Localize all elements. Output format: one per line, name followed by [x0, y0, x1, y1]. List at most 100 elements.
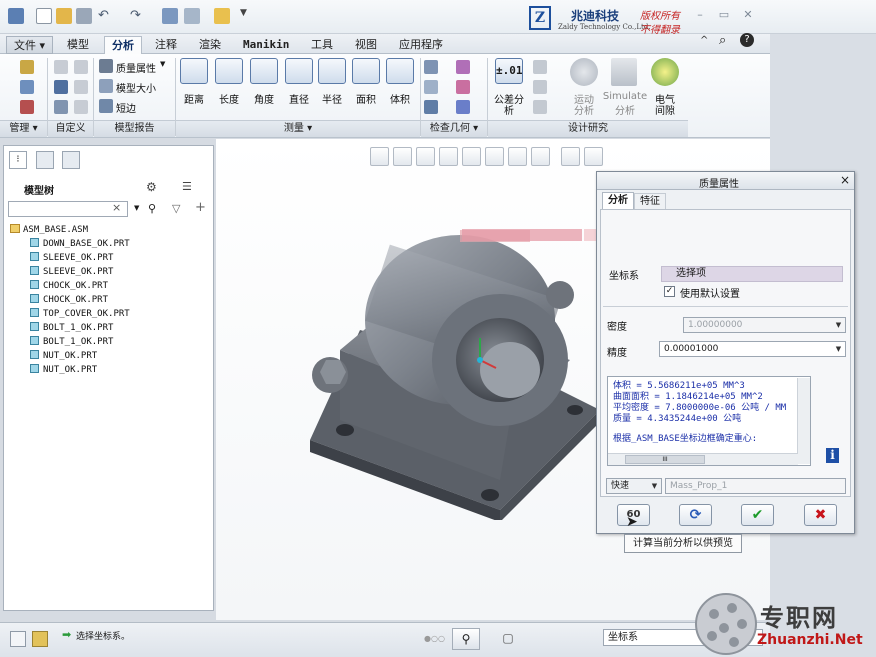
- find-icon[interactable]: ⚲: [452, 628, 480, 650]
- tree-show-icon[interactable]: ☰: [182, 180, 192, 193]
- tab-tools[interactable]: 工具: [304, 36, 340, 54]
- length-button[interactable]: 长度: [212, 91, 246, 106]
- motion-analysis-icon[interactable]: [570, 58, 598, 86]
- perspective-icon[interactable]: [531, 147, 550, 166]
- tree-item[interactable]: SLEEVE_OK.PRT: [30, 252, 113, 265]
- mode-select[interactable]: 快速 ▼: [606, 478, 662, 494]
- short-edge-button[interactable]: 短边: [116, 100, 136, 115]
- display-style-icon[interactable]: [462, 147, 481, 166]
- tab-model[interactable]: 模型: [60, 36, 96, 54]
- manage-icon-1[interactable]: [20, 60, 34, 74]
- hscroll-thumb[interactable]: III: [625, 455, 705, 464]
- annotation-display-icon[interactable]: [584, 147, 603, 166]
- tree-item[interactable]: CHOCK_OK.PRT: [30, 294, 108, 307]
- zoom-out-icon[interactable]: [416, 147, 435, 166]
- repeat-button[interactable]: ⟳: [679, 504, 712, 526]
- binoculars-icon[interactable]: ⚲: [148, 202, 156, 215]
- manage-icon-3[interactable]: [20, 100, 34, 114]
- custom-icon-2[interactable]: [74, 60, 88, 74]
- inspect-icon-5[interactable]: [424, 100, 438, 114]
- mass-properties-icon[interactable]: [99, 59, 113, 73]
- area-icon[interactable]: [352, 58, 380, 84]
- design-icon-3[interactable]: [533, 100, 547, 114]
- view-manager-icon[interactable]: [508, 147, 527, 166]
- angle-icon[interactable]: [250, 58, 278, 84]
- group-measure[interactable]: 测量 ▾: [176, 120, 420, 137]
- custom-icon-6[interactable]: [74, 100, 88, 114]
- mass-properties-button[interactable]: 质量属性: [116, 60, 156, 75]
- inspect-icon-2[interactable]: [456, 60, 470, 74]
- custom-icon-1[interactable]: [54, 60, 68, 74]
- undo-icon[interactable]: ↶: [98, 8, 114, 24]
- tab-analysis[interactable]: 分析: [104, 36, 142, 54]
- inspect-icon-6[interactable]: [456, 100, 470, 114]
- tree-settings-icon[interactable]: ⚙: [146, 180, 157, 194]
- regenerate-icon[interactable]: [162, 8, 178, 24]
- tab-feature[interactable]: 特征: [634, 193, 666, 209]
- model-size-button[interactable]: 模型大小: [116, 80, 156, 95]
- custom-icon-5[interactable]: [54, 100, 68, 114]
- new-file-icon[interactable]: [36, 8, 52, 24]
- tab-applications[interactable]: 应用程序: [392, 36, 450, 54]
- tolerance-icon[interactable]: ±.01: [495, 58, 523, 84]
- search-dropdown-icon[interactable]: ▼: [134, 204, 139, 212]
- window-close-icon[interactable]: ✕: [741, 8, 755, 22]
- mass-properties-dropdown-icon[interactable]: ▼: [160, 60, 165, 68]
- zoom-fit-icon[interactable]: [370, 147, 389, 166]
- tree-toggle-icon[interactable]: [10, 631, 26, 647]
- customize-toolbar-icon[interactable]: ▼: [240, 8, 256, 24]
- tab-analysis-dialog[interactable]: 分析: [602, 192, 634, 209]
- diameter-icon[interactable]: [285, 58, 313, 84]
- diameter-button[interactable]: 直径: [282, 91, 316, 106]
- use-default-checkbox[interactable]: ✓: [664, 286, 675, 297]
- results-vscroll[interactable]: [797, 378, 810, 464]
- folder-tab-icon[interactable]: [36, 151, 54, 169]
- electrical-clearance-icon[interactable]: [651, 58, 679, 86]
- selection-box-icon[interactable]: ▢: [494, 628, 522, 650]
- area-button[interactable]: 面积: [349, 91, 383, 106]
- close-window-icon[interactable]: [214, 8, 230, 24]
- distance-icon[interactable]: [180, 58, 208, 84]
- custom-icon-4[interactable]: [74, 80, 88, 94]
- inspect-icon-3[interactable]: [424, 80, 438, 94]
- group-manage[interactable]: 管理 ▾: [0, 120, 47, 137]
- angle-button[interactable]: 角度: [247, 91, 281, 106]
- help-icon[interactable]: ?: [740, 33, 754, 47]
- cancel-button[interactable]: ✖: [804, 504, 837, 526]
- model-size-icon[interactable]: [99, 79, 113, 93]
- tab-render[interactable]: 渲染: [192, 36, 228, 54]
- collapse-ribbon-icon[interactable]: ^: [700, 35, 708, 46]
- tree-item[interactable]: BOLT_1_OK.PRT: [30, 322, 113, 335]
- analysis-name-field[interactable]: Mass_Prop_1: [665, 478, 846, 494]
- inspect-icon-1[interactable]: [424, 60, 438, 74]
- tab-annotate[interactable]: 注释: [148, 36, 184, 54]
- simulate-icon[interactable]: [611, 58, 637, 86]
- group-inspect-geometry[interactable]: 检查几何 ▾: [421, 120, 487, 137]
- tab-manikin[interactable]: Manikin: [236, 36, 296, 54]
- model-3d-view[interactable]: [300, 210, 600, 520]
- filter-icon[interactable]: ▽: [172, 202, 180, 215]
- design-icon-1[interactable]: [533, 60, 547, 74]
- tree-item[interactable]: TOP_COVER_OK.PRT: [30, 308, 130, 321]
- tab-file[interactable]: 文件 ▾: [6, 36, 54, 54]
- datum-display-icon[interactable]: [561, 147, 580, 166]
- tree-item[interactable]: CHOCK_OK.PRT: [30, 280, 108, 293]
- short-edge-icon[interactable]: [99, 99, 113, 113]
- tree-item[interactable]: NUT_OK.PRT: [30, 364, 97, 377]
- tab-view[interactable]: 视图: [348, 36, 384, 54]
- volume-button[interactable]: 体积: [383, 91, 417, 106]
- inspect-icon-4[interactable]: [456, 80, 470, 94]
- tree-item-asm[interactable]: ASM_BASE.ASM: [10, 224, 88, 237]
- design-icon-2[interactable]: [533, 80, 547, 94]
- zoom-in-icon[interactable]: [393, 147, 412, 166]
- tree-search-input[interactable]: [8, 201, 128, 217]
- maximize-icon[interactable]: ▭: [717, 8, 731, 22]
- tree-tab-icon[interactable]: ⁝: [9, 151, 27, 169]
- length-icon[interactable]: [215, 58, 243, 84]
- info-icon[interactable]: i: [826, 448, 839, 463]
- repaint-icon[interactable]: [439, 147, 458, 166]
- add-icon[interactable]: +: [195, 200, 206, 215]
- manage-icon-2[interactable]: [20, 80, 34, 94]
- tree-item[interactable]: BOLT_1_OK.PRT: [30, 336, 113, 349]
- open-folder-icon[interactable]: [56, 8, 72, 24]
